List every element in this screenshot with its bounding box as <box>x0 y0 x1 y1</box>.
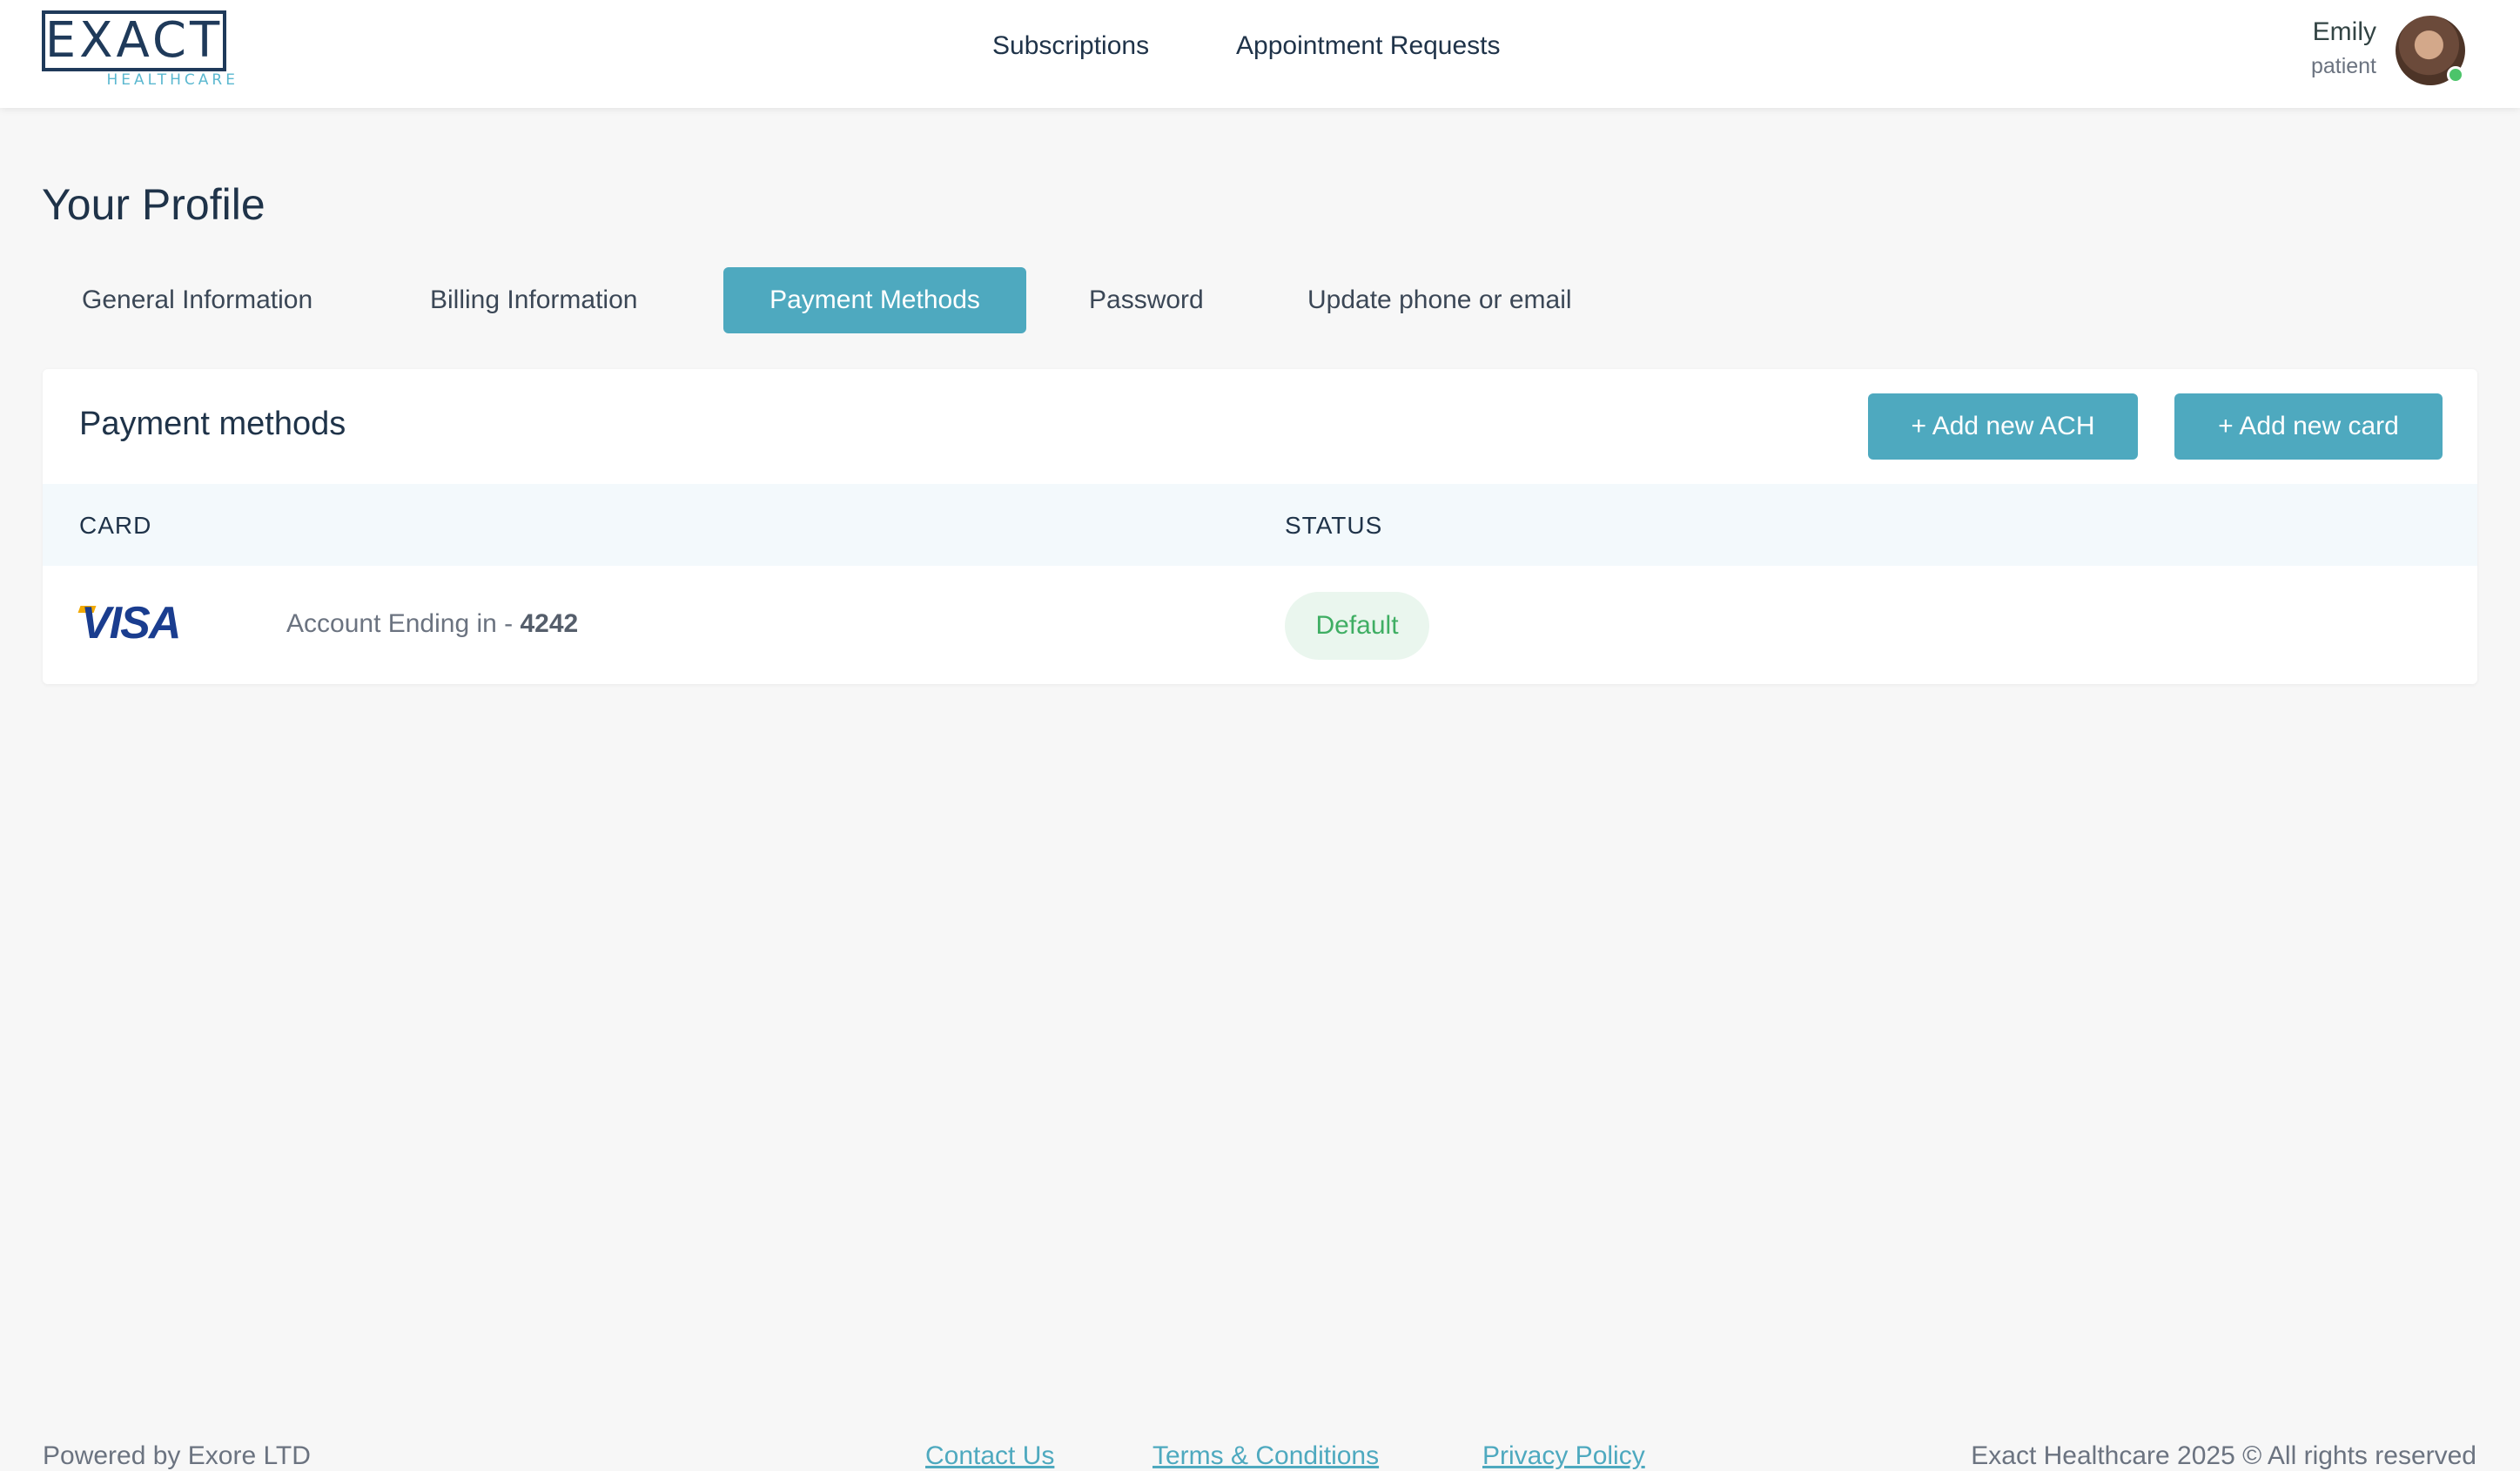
online-status-icon <box>2447 66 2464 84</box>
table-header: CARD STATUS <box>43 484 2477 566</box>
footer-link-contact-us[interactable]: Contact Us <box>925 1441 1054 1471</box>
page-title: Your Profile <box>42 180 265 229</box>
add-new-card-button[interactable]: + Add new card <box>2174 393 2443 460</box>
nav-appointment-requests[interactable]: Appointment Requests <box>1236 31 1501 61</box>
user-name[interactable]: Emily <box>2313 17 2376 47</box>
exact-healthcare-logo[interactable]: EXACT HEALTHCARE <box>42 10 235 91</box>
column-header-card: CARD <box>79 512 152 539</box>
tab-password[interactable]: Password <box>1051 267 1242 333</box>
tab-billing-information[interactable]: Billing Information <box>392 267 675 333</box>
status-badge: Default <box>1285 592 1429 660</box>
add-new-ach-button[interactable]: + Add new ACH <box>1868 393 2138 460</box>
account-ending: Account Ending in - 4242 <box>286 609 578 639</box>
logo-main-text: EXACT <box>44 12 224 69</box>
column-header-status: STATUS <box>1285 512 1383 539</box>
footer-copyright: Exact Healthcare 2025 © All rights reser… <box>1971 1441 2476 1470</box>
footer-link-terms[interactable]: Terms & Conditions <box>1152 1441 1379 1471</box>
table-row[interactable]: VISA Account Ending in - 4242 Default <box>43 566 2477 684</box>
footer-powered-by: Powered by Exore LTD <box>43 1441 311 1470</box>
nav-subscriptions[interactable]: Subscriptions <box>992 31 1149 61</box>
payment-methods-card: Payment methods + Add new ACH + Add new … <box>43 369 2477 684</box>
top-header: EXACT HEALTHCARE Subscriptions Appointme… <box>0 0 2520 108</box>
card-title: Payment methods <box>79 406 346 442</box>
footer-link-privacy[interactable]: Privacy Policy <box>1482 1441 1645 1471</box>
tab-general-information[interactable]: General Information <box>44 267 351 333</box>
account-prefix: Account Ending in - <box>286 609 521 638</box>
user-role: patient <box>2310 54 2376 78</box>
account-last4: 4242 <box>520 609 579 638</box>
logo-sub-text: HEALTHCARE <box>106 71 239 89</box>
visa-logo-icon: VISA <box>81 598 181 648</box>
tab-update-phone-or-email[interactable]: Update phone or email <box>1269 267 1610 333</box>
tab-payment-methods[interactable]: Payment Methods <box>723 267 1026 333</box>
